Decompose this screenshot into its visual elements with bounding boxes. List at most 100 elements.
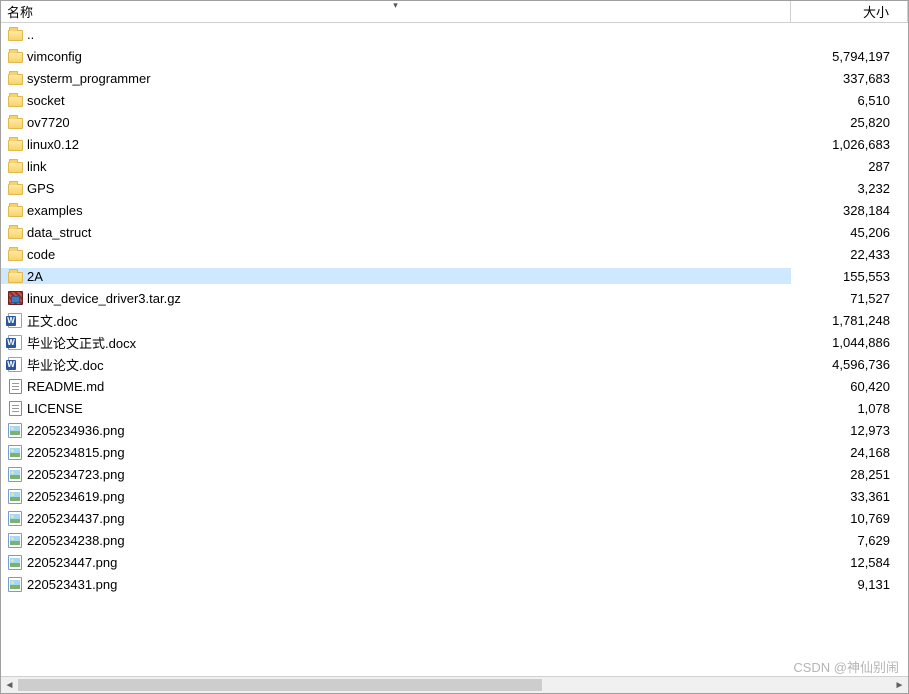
file-icon: [7, 378, 23, 394]
horizontal-scrollbar[interactable]: ◄ ►: [1, 676, 908, 693]
cell-name: systerm_programmer: [1, 70, 791, 86]
list-item[interactable]: linux_device_driver3.tar.gz71,527: [1, 287, 908, 309]
folder-icon: [7, 224, 23, 240]
list-item[interactable]: ov772025,820: [1, 111, 908, 133]
cell-size: 28,251: [791, 467, 908, 482]
png-icon: [7, 510, 23, 526]
folder-icon: [7, 268, 23, 284]
file-name: 2205234815.png: [27, 445, 125, 460]
folder-icon: [7, 246, 23, 262]
cell-name: 正文.doc: [1, 311, 791, 330]
folder-icon: [7, 180, 23, 196]
list-item[interactable]: 2205234723.png 28,251: [1, 463, 908, 485]
list-item[interactable]: 2205234437.png10,769: [1, 507, 908, 529]
png-icon: [7, 532, 23, 548]
list-item[interactable]: 毕业论文正式.docx 1,044,886: [1, 331, 908, 353]
list-item[interactable]: vimconfig5,794,197: [1, 45, 908, 67]
file-name: GPS: [27, 181, 54, 196]
file-name: 2205234238.png: [27, 533, 125, 548]
png-icon: [7, 466, 23, 482]
list-item[interactable]: LICENSE1,078: [1, 397, 908, 419]
cell-name: link: [1, 158, 791, 174]
cell-size: 155,553: [791, 269, 908, 284]
list-item[interactable]: 2205234815.png24,168: [1, 441, 908, 463]
cell-name: 毕业论文正式.docx: [1, 333, 791, 352]
cell-name: 2205234437.png: [1, 510, 791, 526]
folder-icon: [7, 202, 23, 218]
folder-icon: [7, 70, 23, 86]
file-name: systerm_programmer: [27, 71, 151, 86]
cell-size: 9,131: [791, 577, 908, 592]
list-item[interactable]: data_struct45,206: [1, 221, 908, 243]
png-icon: [7, 444, 23, 460]
list-item[interactable]: link287: [1, 155, 908, 177]
cell-name: data_struct: [1, 224, 791, 240]
list-item[interactable]: ..: [1, 23, 908, 45]
cell-name: examples: [1, 202, 791, 218]
cell-size: 10,769: [791, 511, 908, 526]
file-list[interactable]: ..vimconfig5,794,197 systerm_programmer 33…: [1, 23, 908, 676]
list-item[interactable]: examples328,184: [1, 199, 908, 221]
column-header-name[interactable]: 名称 ▾: [1, 1, 791, 22]
list-item[interactable]: 2205234238.png7,629: [1, 529, 908, 551]
cell-name: 2205234723.png: [1, 466, 791, 482]
scroll-right-button[interactable]: ►: [891, 677, 908, 694]
file-name: 2205234936.png: [27, 423, 125, 438]
list-item[interactable]: 220523431.png9,131: [1, 573, 908, 595]
scroll-thumb[interactable]: [18, 679, 542, 691]
cell-size: 328,184: [791, 203, 908, 218]
cell-name: socket: [1, 92, 791, 108]
cell-name: 2A: [1, 268, 791, 284]
list-item[interactable]: 正文.doc1,781,248: [1, 309, 908, 331]
cell-name: GPS: [1, 180, 791, 196]
cell-size: 1,044,886: [791, 335, 908, 350]
list-item[interactable]: 2205234936.png12,973: [1, 419, 908, 441]
list-item[interactable]: code 22,433: [1, 243, 908, 265]
scroll-track[interactable]: [18, 677, 891, 693]
sort-indicator-icon: ▾: [393, 0, 398, 11]
cell-size: 337,683: [791, 71, 908, 86]
scroll-left-button[interactable]: ◄: [1, 677, 18, 694]
png-icon: [7, 488, 23, 504]
list-item[interactable]: 2205234619.png33,361: [1, 485, 908, 507]
png-icon: [7, 576, 23, 592]
cell-size: 22,433: [791, 247, 908, 262]
file-name: 毕业论文正式.docx: [27, 333, 136, 352]
list-item[interactable]: README.md60,420: [1, 375, 908, 397]
file-name: vimconfig: [27, 49, 82, 64]
file-name: 毕业论文.doc: [27, 355, 104, 374]
archive-icon: [7, 290, 23, 306]
list-item[interactable]: socket6,510: [1, 89, 908, 111]
folder-icon: [7, 26, 23, 42]
list-item[interactable]: linux0.121,026,683: [1, 133, 908, 155]
file-name: 2A: [27, 269, 43, 284]
folder-icon: [7, 136, 23, 152]
cell-name: vimconfig: [1, 48, 791, 64]
cell-name: 2205234238.png: [1, 532, 791, 548]
list-item[interactable]: 毕业论文.doc 4,596,736: [1, 353, 908, 375]
list-item[interactable]: 220523447.png12,584: [1, 551, 908, 573]
file-name: LICENSE: [27, 401, 83, 416]
column-header-row: 名称 ▾ 大小: [1, 1, 908, 23]
cell-name: README.md: [1, 378, 791, 394]
list-item[interactable]: 2A 155,553: [1, 265, 908, 287]
column-header-size[interactable]: 大小: [791, 1, 908, 22]
file-name: linux_device_driver3.tar.gz: [27, 291, 181, 306]
folder-icon: [7, 114, 23, 130]
cell-size: 60,420: [791, 379, 908, 394]
png-icon: [7, 554, 23, 570]
file-name: 2205234723.png: [27, 467, 125, 482]
file-name: link: [27, 159, 47, 174]
folder-icon: [7, 92, 23, 108]
file-name: code: [27, 247, 55, 262]
cell-name: linux0.12: [1, 136, 791, 152]
cell-name: 2205234936.png: [1, 422, 791, 438]
cell-size: 45,206: [791, 225, 908, 240]
column-header-size-label: 大小: [863, 2, 889, 21]
cell-size: 4,596,736: [791, 357, 908, 372]
list-item[interactable]: GPS3,232: [1, 177, 908, 199]
cell-size: 12,584: [791, 555, 908, 570]
list-item[interactable]: systerm_programmer 337,683: [1, 67, 908, 89]
file-name: socket: [27, 93, 65, 108]
cell-name: linux_device_driver3.tar.gz: [1, 290, 791, 306]
